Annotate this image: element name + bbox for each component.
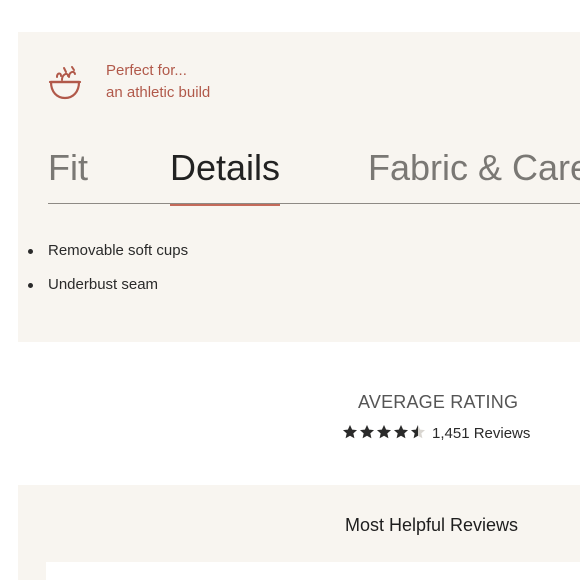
details-list: Removable soft cups Underbust seam — [26, 242, 188, 310]
bowl-icon — [48, 64, 82, 102]
star-icon — [343, 425, 357, 439]
list-item: Removable soft cups — [26, 242, 188, 276]
review-card — [46, 562, 580, 582]
list-item: Underbust seam — [26, 276, 188, 310]
perfect-for-title: Perfect for... — [106, 62, 187, 79]
star-icon — [360, 425, 374, 439]
tab-details[interactable]: Details — [170, 146, 281, 206]
star-icon — [411, 425, 425, 439]
perfect-for-block: Perfect for... an athletic build — [48, 60, 448, 108]
tab-fit[interactable]: Fit — [48, 146, 88, 204]
star-icon — [377, 425, 391, 439]
product-tabs: Fit Details Fabric & Care — [48, 142, 580, 206]
tab-fabric-care[interactable]: Fabric & Care — [368, 146, 580, 204]
reviews-heading: Most Helpful Reviews — [345, 515, 519, 535]
perfect-for-subtitle: an athletic build — [106, 84, 211, 101]
average-rating-label: AVERAGE RATING — [358, 392, 519, 412]
product-info-panel: Perfect for... an athletic build Fit Det… — [18, 32, 580, 342]
star-icon — [394, 425, 408, 439]
reviews-count-link[interactable]: 1,451 Reviews — [432, 425, 530, 442]
reviews-section: Most Helpful Reviews — [18, 485, 580, 582]
star-rating[interactable] — [342, 424, 426, 442]
